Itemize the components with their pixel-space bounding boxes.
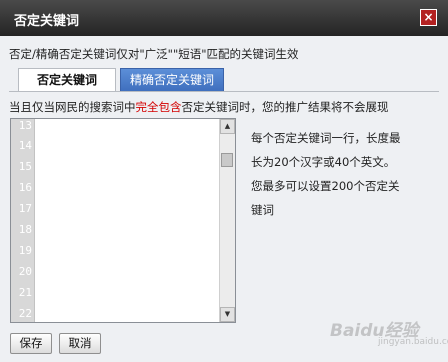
line-number: 16	[18, 181, 32, 194]
line-number: 14	[18, 139, 32, 152]
scroll-down-arrow-icon[interactable]: ▼	[220, 307, 235, 322]
close-icon[interactable]: ×	[420, 9, 437, 26]
keyword-editor: 13 14 15 16 17 18 19 20 21 22 ▲ ▼	[10, 118, 236, 323]
save-button[interactable]: 保存	[10, 333, 52, 354]
notice-text: 当且仅当网民的搜索词中完全包含否定关键词时，您的推广结果将不会展现	[9, 99, 389, 115]
cancel-button[interactable]: 取消	[59, 333, 101, 354]
line-number: 15	[18, 160, 32, 173]
line-number: 22	[18, 307, 32, 320]
notice-suffix: 否定关键词时，您的推广结果将不会展现	[181, 100, 389, 114]
dialog-title: 否定关键词	[14, 14, 80, 29]
tab-negative-keywords[interactable]: 否定关键词	[18, 68, 116, 92]
help-line: 键词	[251, 203, 274, 217]
tab-divider	[9, 91, 439, 92]
keyword-textarea[interactable]	[35, 119, 218, 322]
watermark-url: jingyan.baidu.com	[378, 337, 448, 347]
notice-prefix: 当且仅当网民的搜索词中	[9, 100, 136, 114]
scroll-up-arrow-icon[interactable]: ▲	[220, 119, 235, 134]
help-text: 每个否定关键词一行，长度最 长为20个汉字或40个英文。 您最多可以设置200个…	[251, 126, 436, 222]
line-number: 17	[18, 202, 32, 215]
line-number: 21	[18, 286, 32, 299]
tab-exact-negative-keywords[interactable]: 精确否定关键词	[120, 68, 224, 92]
dialog-title-bar: 否定关键词 ×	[0, 0, 448, 36]
match-scope-description: 否定/精确否定关键词仅对"广泛""短语"匹配的关键词生效	[9, 47, 299, 61]
line-number: 18	[18, 223, 32, 236]
editor-scrollbar[interactable]: ▲ ▼	[219, 119, 235, 322]
notice-highlight: 完全包含	[135, 100, 182, 114]
help-line: 长为20个汉字或40个英文。	[251, 155, 396, 169]
line-number: 13	[18, 119, 32, 132]
line-number-gutter: 13 14 15 16 17 18 19 20 21 22	[11, 119, 35, 322]
line-number: 19	[18, 244, 32, 257]
help-line: 您最多可以设置200个否定关	[251, 179, 400, 193]
help-line: 每个否定关键词一行，长度最	[251, 131, 401, 145]
line-number: 20	[18, 265, 32, 278]
scrollbar-thumb[interactable]	[221, 153, 233, 167]
